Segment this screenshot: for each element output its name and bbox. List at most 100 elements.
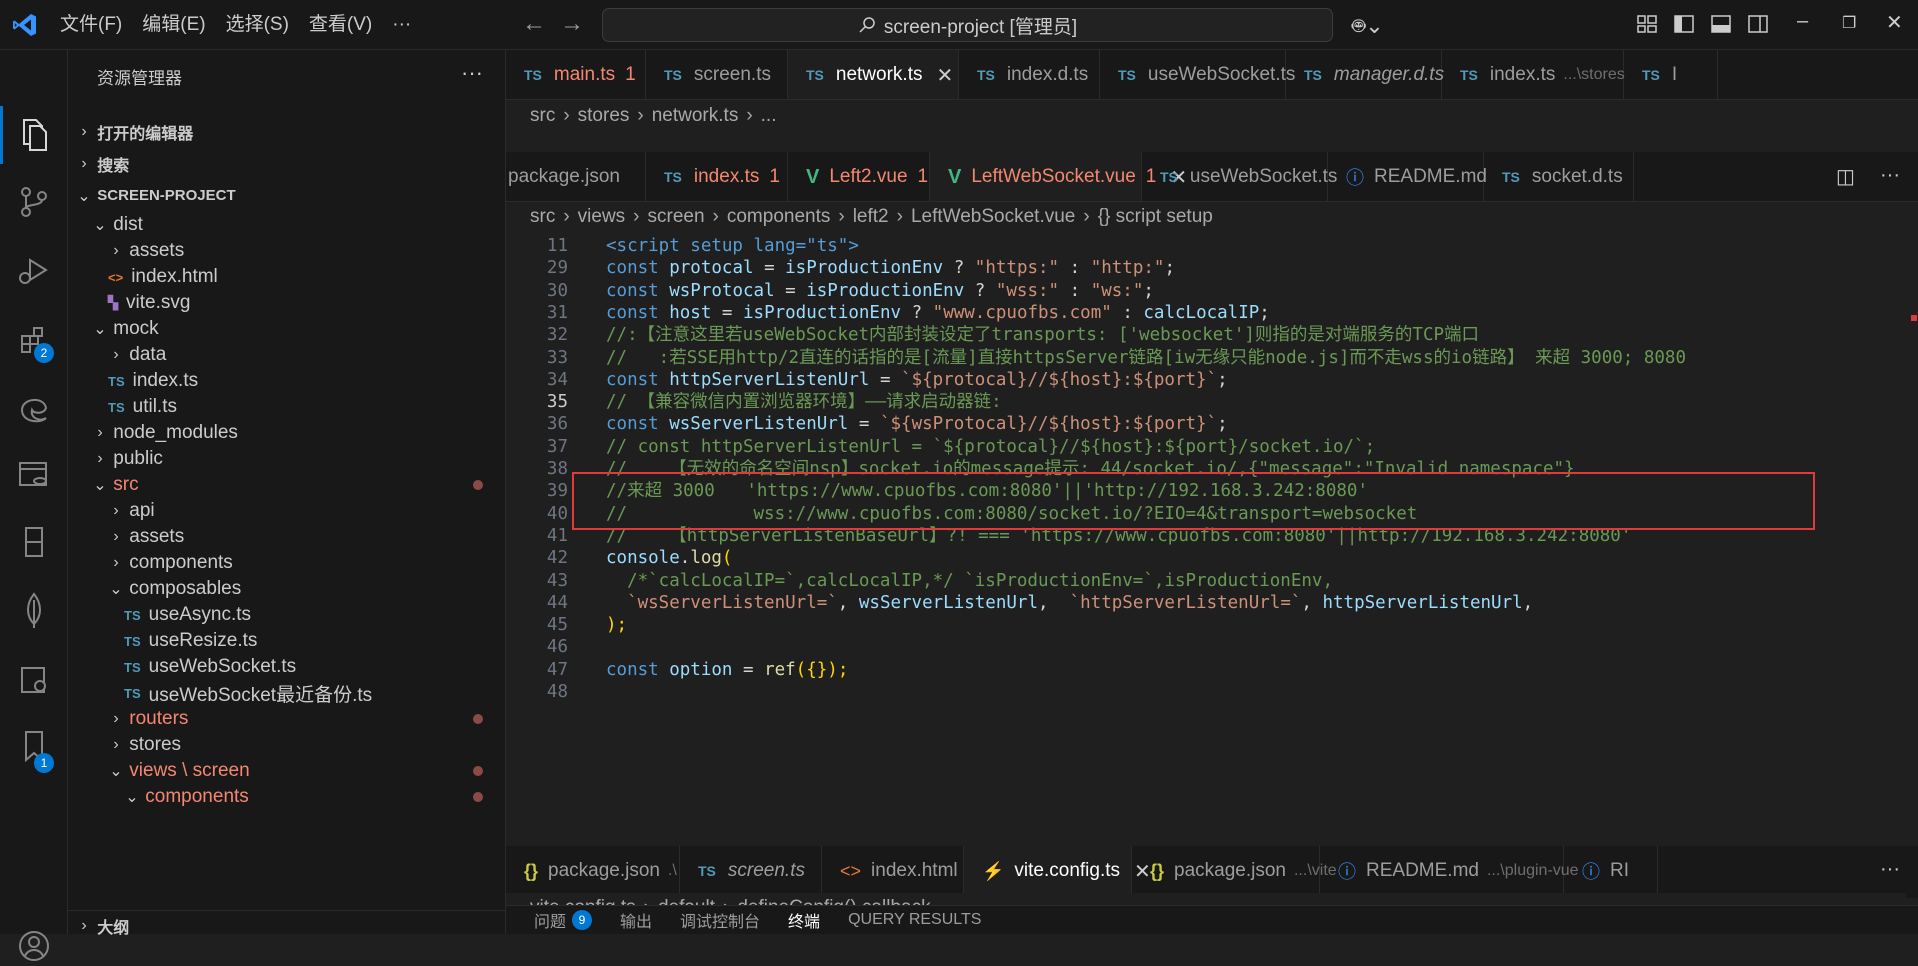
command-center-search[interactable]: screen-project [管理员]: [602, 8, 1333, 42]
mongodb-icon[interactable]: [14, 590, 54, 630]
breadcrumb-item[interactable]: stores: [578, 105, 630, 127]
minimize-icon[interactable]: –: [1797, 10, 1808, 33]
editor-tab[interactable]: TS screen.ts: [646, 50, 788, 99]
restore-icon[interactable]: ❐: [1842, 13, 1856, 33]
editor-tab[interactable]: ⓘ RI: [1564, 846, 1658, 896]
tree-item[interactable]: TS useAsync.ts: [68, 602, 505, 628]
vscode-logo-icon: [0, 0, 50, 50]
tree-item[interactable]: › stores: [68, 732, 505, 758]
breadcrumb-item[interactable]: LeftWebSocket.vue: [911, 206, 1075, 228]
breadcrumb-item[interactable]: ...: [761, 105, 777, 127]
project-section[interactable]: ⌄ SCREEN-PROJECT: [68, 180, 505, 211]
open-editors-label: 打开的编辑器: [97, 125, 194, 143]
tree-item[interactable]: ⌄ views \ screen: [68, 758, 505, 784]
tree-item[interactable]: › routers: [68, 706, 505, 732]
editor-tab[interactable]: TS network.ts ✕: [788, 50, 959, 99]
breadcrumb-item[interactable]: src: [530, 206, 555, 228]
toggle-secondary-sidebar-icon[interactable]: [1747, 13, 1769, 35]
menu-edit[interactable]: 编辑(E): [132, 0, 215, 50]
tree-item[interactable]: TS useWebSocket.ts: [68, 654, 505, 680]
menu-file[interactable]: 文件(F): [50, 0, 132, 50]
tree-item[interactable]: › assets: [68, 238, 505, 264]
tree-item[interactable]: ⌄ mock: [68, 316, 505, 342]
close-tab-icon[interactable]: ✕: [936, 63, 953, 88]
editor-tab[interactable]: ⓘ README.md ...\plugin-vue: [1320, 846, 1579, 896]
tree-item[interactable]: TS index.ts: [68, 368, 505, 394]
back-arrow-icon[interactable]: ←: [522, 10, 546, 38]
tree-item[interactable]: TS useResize.ts: [68, 628, 505, 654]
source-control-icon[interactable]: [14, 182, 54, 222]
outline-section[interactable]: › 大纲: [68, 910, 505, 941]
explorer-icon[interactable]: [14, 114, 54, 154]
tree-item[interactable]: <> index.html: [68, 264, 505, 290]
tab-label: Left2.vue: [829, 166, 908, 187]
panel-tab-debug-console[interactable]: 调试控制台: [680, 908, 760, 932]
panel-tab-query-results[interactable]: QUERY RESULTS: [848, 911, 981, 929]
more-actions-icon[interactable]: ···: [1880, 858, 1900, 881]
open-editors-section[interactable]: › 打开的编辑器: [68, 116, 505, 147]
tree-item[interactable]: TS util.ts: [68, 394, 505, 420]
breadcrumb-item[interactable]: screen: [648, 206, 705, 228]
tree-item[interactable]: › node_modules: [68, 420, 505, 446]
editor-tab[interactable]: TS main.ts 1: [506, 50, 646, 99]
database-icon[interactable]: [14, 455, 54, 495]
close-window-icon[interactable]: ✕: [1886, 10, 1903, 35]
copilot-icon[interactable]: 🤖︎⌄: [1352, 10, 1384, 42]
editor-tab[interactable]: TS index.ts 1: [646, 152, 788, 201]
breadcrumb-item[interactable]: network.ts: [652, 105, 739, 127]
tree-item[interactable]: ⌄ components: [68, 784, 505, 810]
editor-tab[interactable]: TS useWebSocket.ts: [1142, 152, 1337, 201]
docker-settings-icon[interactable]: [14, 660, 54, 700]
tree-item[interactable]: ⌄ dist: [68, 212, 505, 238]
editor-tab[interactable]: <> index.html: [822, 846, 964, 896]
editor-tab[interactable]: V LeftWebSocket.vue 1 ✕: [930, 152, 1187, 201]
tab-error-count: 1: [769, 166, 780, 187]
panel-tab-output[interactable]: 输出: [620, 908, 652, 932]
tree-item[interactable]: › public: [68, 446, 505, 472]
breadcrumb-item[interactable]: components: [727, 206, 831, 228]
editor-tab[interactable]: {} package.json ...\vite: [1132, 846, 1337, 896]
editor-tab[interactable]: V Left2.vue 1: [788, 152, 930, 201]
tree-item[interactable]: › data: [68, 342, 505, 368]
editor-tab[interactable]: {}package.json: [506, 152, 646, 201]
explorer-more-icon[interactable]: ···: [461, 60, 483, 86]
edge-devtools-icon[interactable]: [14, 388, 54, 428]
tree-item[interactable]: ▚ vite.svg: [68, 290, 505, 316]
breadcrumb-item[interactable]: {} script setup: [1098, 206, 1213, 228]
editor-tab[interactable]: TS socket.d.ts: [1484, 152, 1634, 201]
tree-item[interactable]: ⌄ src: [68, 472, 505, 498]
tree-item[interactable]: ⌄ composables: [68, 576, 505, 602]
toggle-panel-icon[interactable]: [1710, 13, 1732, 35]
typescript-file-icon: TS: [1502, 169, 1520, 185]
breadcrumb-item[interactable]: left2: [853, 206, 889, 228]
menu-selection[interactable]: 选择(S): [216, 0, 299, 50]
editor-tab[interactable]: TS I: [1624, 50, 1718, 99]
breadcrumb-item[interactable]: views: [578, 206, 626, 228]
editor-tab[interactable]: {} package.json .\: [506, 846, 680, 896]
editor-tab[interactable]: ⓘ README.md: [1328, 152, 1487, 201]
tree-item[interactable]: › api: [68, 498, 505, 524]
menu-view[interactable]: 查看(V): [299, 0, 382, 50]
forward-arrow-icon[interactable]: →: [560, 10, 584, 38]
editor-tab[interactable]: TS screen.ts: [680, 846, 822, 896]
editor-tab[interactable]: ⚡ vite.config.ts ✕: [964, 846, 1151, 896]
tree-item[interactable]: › assets: [68, 524, 505, 550]
breadcrumb-item[interactable]: src: [530, 105, 555, 127]
panel-tab-problems[interactable]: 问题: [534, 908, 566, 932]
customize-layout-icon[interactable]: [1636, 13, 1658, 35]
run-debug-icon[interactable]: [14, 250, 54, 290]
panel-tab-terminal[interactable]: 终端: [788, 908, 820, 932]
split-editor-icon[interactable]: ◫: [1836, 164, 1855, 189]
editor-tab[interactable]: TS index.ts ...\stores: [1442, 50, 1625, 99]
remote-explorer-icon[interactable]: [14, 522, 54, 562]
tree-item[interactable]: › components: [68, 550, 505, 576]
account-icon[interactable]: [14, 926, 54, 966]
search-section[interactable]: › 搜索: [68, 148, 505, 179]
editor-tab[interactable]: TS useWebSocket.ts: [1100, 50, 1295, 99]
menu-more[interactable]: ···: [382, 0, 421, 50]
toggle-primary-sidebar-icon[interactable]: [1673, 13, 1695, 35]
tree-item[interactable]: TS useWebSocket最近备份.ts: [68, 680, 505, 706]
more-actions-icon[interactable]: ···: [1880, 164, 1900, 187]
editor-tab[interactable]: TS index.d.ts: [959, 50, 1100, 99]
editor-tab[interactable]: TS manager.d.ts: [1286, 50, 1444, 99]
